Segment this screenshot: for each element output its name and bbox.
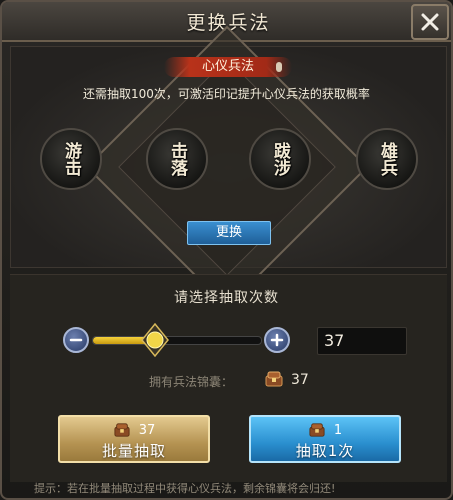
tag-toggle-dot [276, 62, 282, 72]
tactic-change-dialog: 更换兵法 心仪兵法 还需抽取100次，可激活印记提升心仪兵法的获取概率 游击 击… [0, 0, 453, 500]
single-draw-button[interactable]: 1 抽取1次 [249, 415, 401, 463]
treasure-bag-icon [114, 423, 130, 437]
increase-button[interactable] [264, 327, 290, 353]
tactic-slot-2[interactable]: 击落 [146, 128, 208, 190]
draw-count-label: 请选择抽取次数 [174, 290, 279, 306]
tactic-slot-1[interactable]: 游击 [40, 128, 102, 190]
favorite-tactic-tag: 心仪兵法 [164, 57, 292, 77]
minus-icon [69, 338, 83, 342]
single-cost: 1 [251, 420, 399, 440]
batch-draw-label: 批量抽取 [101, 442, 166, 460]
plus-icon [270, 333, 284, 347]
draw-count-input[interactable]: 37 [317, 327, 407, 355]
owned-bags-count: 37 [291, 372, 309, 388]
footer-hint: 提示：若在批量抽取过程中获得心仪兵法，剩余锦囊将会归还! [34, 482, 336, 495]
batch-cost: 37 [60, 420, 208, 440]
change-button[interactable]: 更换 [187, 221, 271, 245]
draw-count-slider[interactable] [92, 336, 262, 345]
treasure-bag-icon [309, 423, 325, 437]
owned-bags-label: 拥有兵法锦囊： [149, 375, 234, 389]
close-icon [421, 13, 439, 31]
tactic-slot-4[interactable]: 雄兵 [356, 128, 418, 190]
decrease-button[interactable] [63, 327, 89, 353]
tactic-slot-3[interactable]: 跋涉 [249, 128, 311, 190]
batch-draw-button[interactable]: 37 批量抽取 [58, 415, 210, 463]
draw-progress-hint: 还需抽取100次，可激活印记提升心仪兵法的获取概率 [83, 87, 370, 101]
treasure-bag-icon [265, 371, 283, 387]
single-draw-label: 抽取1次 [295, 442, 355, 460]
batch-cost-value: 37 [138, 422, 156, 438]
single-cost-value: 1 [333, 422, 343, 438]
favorite-tactic-label: 心仪兵法 [201, 59, 254, 74]
close-button[interactable] [411, 4, 449, 40]
slider-handle[interactable] [140, 323, 169, 357]
